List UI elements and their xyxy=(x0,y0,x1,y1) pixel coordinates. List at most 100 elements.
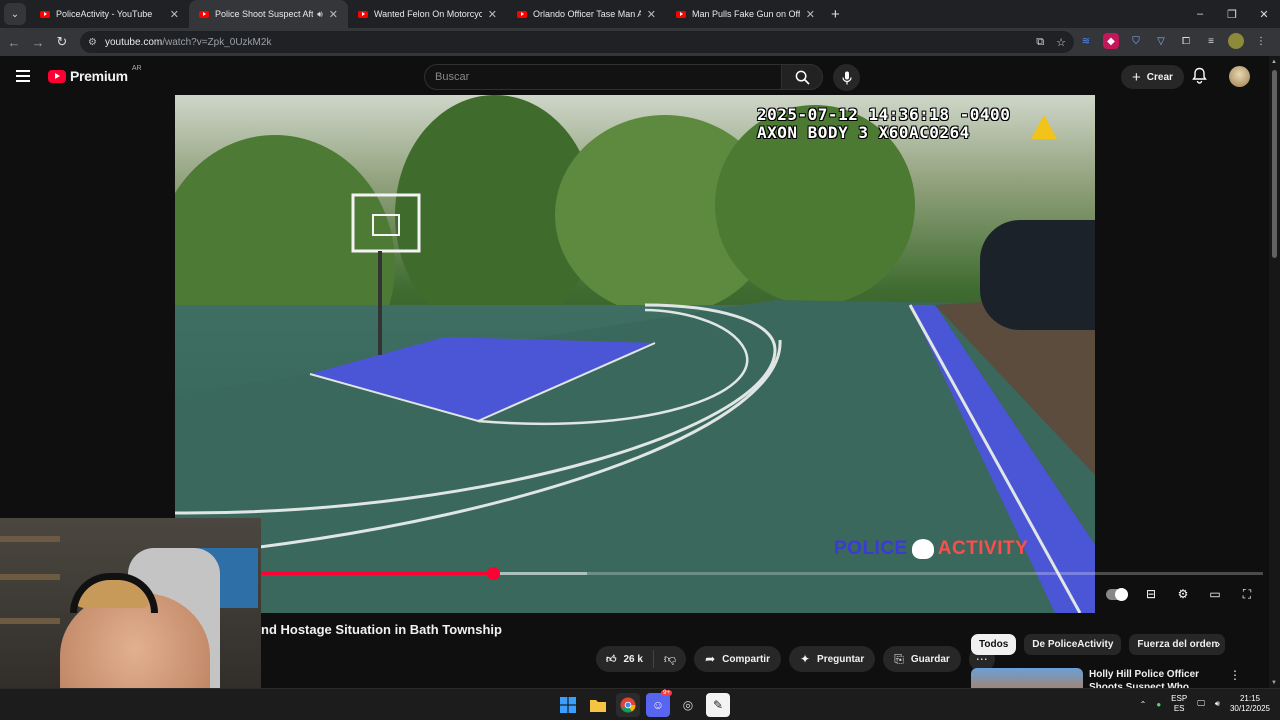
forward-arrow-icon[interactable]: → xyxy=(26,35,50,50)
scroll-up-icon[interactable]: ▲ xyxy=(1271,59,1277,65)
extension-filter-icon[interactable]: ▽ xyxy=(1153,33,1169,49)
search-input[interactable]: Buscar xyxy=(424,64,782,90)
tab-orlando-officer[interactable]: Orlando Officer Tase Man Arme ✕ xyxy=(507,0,666,28)
fullscreen-icon[interactable]: ⛶ xyxy=(1238,586,1256,602)
search-button[interactable] xyxy=(781,64,823,90)
ask-button[interactable]: ✦ Preguntar xyxy=(788,646,876,672)
scroll-down-icon[interactable]: ▼ xyxy=(1271,680,1277,686)
video-player[interactable]: 2025-07-12 14:36:18 -0400 AXON BODY 3 X6… xyxy=(175,95,1095,613)
autoplay-toggle[interactable] xyxy=(1106,587,1128,601)
site-info-icon[interactable]: ⚙︎ xyxy=(88,37,97,48)
volume-icon[interactable]: 🔊︎ xyxy=(1215,699,1220,709)
youtube-logo[interactable]: Premium AR xyxy=(48,65,142,84)
url-path: /watch?v=Zpk_0UzkM2k xyxy=(162,36,272,48)
cast-icon[interactable]: ⧉ xyxy=(1036,36,1044,49)
window-controls: – ❐ ✕ xyxy=(1184,0,1280,28)
tab-close-icon[interactable]: ✕ xyxy=(329,8,338,21)
tab-police-shoot-suspect[interactable]: Police Shoot Suspect After 🔊︎ ✕ xyxy=(189,0,348,28)
windows-start-icon[interactable] xyxy=(556,693,580,717)
lang-bottom: ES xyxy=(1173,704,1185,713)
settings-gear-icon[interactable]: ⚙ xyxy=(1174,586,1192,602)
new-tab-button[interactable]: + xyxy=(831,6,840,23)
reading-list-icon[interactable]: ≡ xyxy=(1203,33,1219,49)
subtitles-icon[interactable]: ⊟ xyxy=(1142,586,1160,602)
account-avatar[interactable] xyxy=(1229,66,1250,87)
keyboard-language[interactable]: ESP ES xyxy=(1171,694,1187,714)
tab-close-icon[interactable]: ✕ xyxy=(488,8,497,21)
search-icon xyxy=(795,70,810,85)
video-actions: 👍︎ 26 k 👎︎ ➦ Compartir ✦ Preguntar ⎘ Gua… xyxy=(596,646,995,672)
notifications-bell-icon[interactable] xyxy=(1192,67,1207,89)
tray-mic-icon[interactable]: ● xyxy=(1156,700,1161,709)
tab-title: Wanted Felon On Motorcycle L xyxy=(374,9,482,19)
chip-from-channel[interactable]: De PoliceActivity xyxy=(1024,634,1122,655)
lang-top: ESP xyxy=(1171,694,1188,703)
save-label: Guardar xyxy=(910,653,950,665)
address-bar[interactable]: ⚙︎ youtube.com/watch?v=Zpk_0UzkM2k ⧉ ☆ xyxy=(80,31,1074,53)
tab-title: Police Shoot Suspect After xyxy=(215,9,314,19)
back-arrow-icon[interactable]: ← xyxy=(2,35,26,50)
chip-law-enforcement[interactable]: Fuerza del orden xyxy=(1129,634,1226,655)
share-button[interactable]: ➦ Compartir xyxy=(694,646,781,672)
tab-fake-gun[interactable]: Man Pulls Fake Gun on Officers ✕ xyxy=(666,0,825,28)
tab-wanted-felon[interactable]: Wanted Felon On Motorcycle L ✕ xyxy=(348,0,507,28)
tray-chevron-up-icon[interactable]: ⌃ xyxy=(1140,700,1147,709)
youtube-favicon-icon xyxy=(358,10,368,18)
chat-badge: 9+ xyxy=(661,690,672,696)
close-window-button[interactable]: ✕ xyxy=(1248,0,1280,28)
player-controls-right: ⊟ ⚙ ▭ ⛶ xyxy=(1106,586,1256,602)
chip-all[interactable]: Todos xyxy=(971,634,1017,655)
file-explorer-icon[interactable] xyxy=(586,693,610,717)
tab-close-icon[interactable]: ✕ xyxy=(170,8,179,21)
tab-search-button[interactable]: ⌄ xyxy=(4,3,26,25)
tab-policeactivity[interactable]: PoliceActivity - YouTube ✕ xyxy=(30,0,189,28)
thumbs-up-icon: 👍︎ xyxy=(606,654,617,665)
watermark-right: ACTIVITY xyxy=(937,538,1029,559)
speaker-icon[interactable]: 🔊︎ xyxy=(317,9,323,20)
save-button[interactable]: ⎘ Guardar xyxy=(883,646,961,672)
discord-icon[interactable]: ☺ 9+ xyxy=(646,690,672,717)
related-video-title[interactable]: Holly Hill Police Officer Shoots Suspect… xyxy=(1089,668,1221,688)
chrome-icon[interactable] xyxy=(616,693,640,717)
axon-logo-icon xyxy=(1031,115,1057,139)
tab-close-icon[interactable]: ✕ xyxy=(806,8,815,21)
related-more-icon[interactable]: ⋮ xyxy=(1229,668,1241,682)
chevron-right-icon[interactable]: › xyxy=(1216,636,1220,651)
extension-ublock-icon[interactable]: ⛉ xyxy=(1128,33,1144,49)
notes-app-icon[interactable]: ✎ xyxy=(706,693,730,717)
url-host: youtube.com xyxy=(104,36,163,48)
like-button[interactable]: 👍︎ 26 k xyxy=(596,650,654,668)
minimize-button[interactable]: – xyxy=(1184,0,1216,28)
tab-close-icon[interactable]: ✕ xyxy=(647,8,656,21)
shelf xyxy=(0,574,60,580)
plus-icon: + xyxy=(1132,68,1141,86)
reload-icon[interactable]: ↻ xyxy=(50,34,74,50)
extension-wave-icon[interactable]: ≋ xyxy=(1078,33,1094,49)
browser-menu-icon[interactable]: ⋮ xyxy=(1253,33,1269,49)
obs-icon[interactable]: ◎ xyxy=(676,693,700,717)
extensions-area: ≋ ◆ ⛉ ▽ ⧠ ≡ ⋮ xyxy=(1078,33,1269,49)
video-progress-bar[interactable] xyxy=(175,567,1263,580)
browser-toolbar: ← → ↻ ⚙︎ youtube.com/watch?v=Zpk_0UzkM2k… xyxy=(0,28,1280,56)
network-icon[interactable]: 🖵︎ xyxy=(1197,699,1205,709)
extension-shield-icon[interactable]: ◆ xyxy=(1103,33,1119,49)
clock-time: 21:15 xyxy=(1239,694,1260,703)
page-scrollbar[interactable]: ▲ ▼ xyxy=(1269,56,1280,688)
scroll-thumb[interactable] xyxy=(1272,70,1277,258)
like-dislike-group: 👍︎ 26 k 👎︎ xyxy=(596,646,687,672)
bookmark-star-icon[interactable]: ☆ xyxy=(1056,36,1066,49)
system-clock[interactable]: 21:15 30/12/2025 xyxy=(1230,694,1270,714)
restore-button[interactable]: ❐ xyxy=(1216,0,1248,28)
taskbar-apps: ☺ 9+ ◎ ✎ xyxy=(556,690,730,717)
menu-hamburger-icon[interactable] xyxy=(16,70,30,85)
voice-search-button[interactable] xyxy=(833,64,860,91)
share-arrow-icon: ➦ xyxy=(705,652,716,666)
scrubber-handle[interactable] xyxy=(486,567,500,580)
profile-avatar-icon[interactable] xyxy=(1228,33,1244,49)
bodycam-timestamp-line: 2025-07-12 14:36:18 -0400 xyxy=(757,105,1011,124)
theater-mode-icon[interactable]: ▭ xyxy=(1206,586,1224,602)
officer-weapon-silhouette xyxy=(980,220,1095,330)
dislike-button[interactable]: 👎︎ xyxy=(654,652,686,667)
extensions-puzzle-icon[interactable]: ⧠ xyxy=(1178,33,1194,49)
create-button[interactable]: + Crear xyxy=(1121,65,1184,89)
